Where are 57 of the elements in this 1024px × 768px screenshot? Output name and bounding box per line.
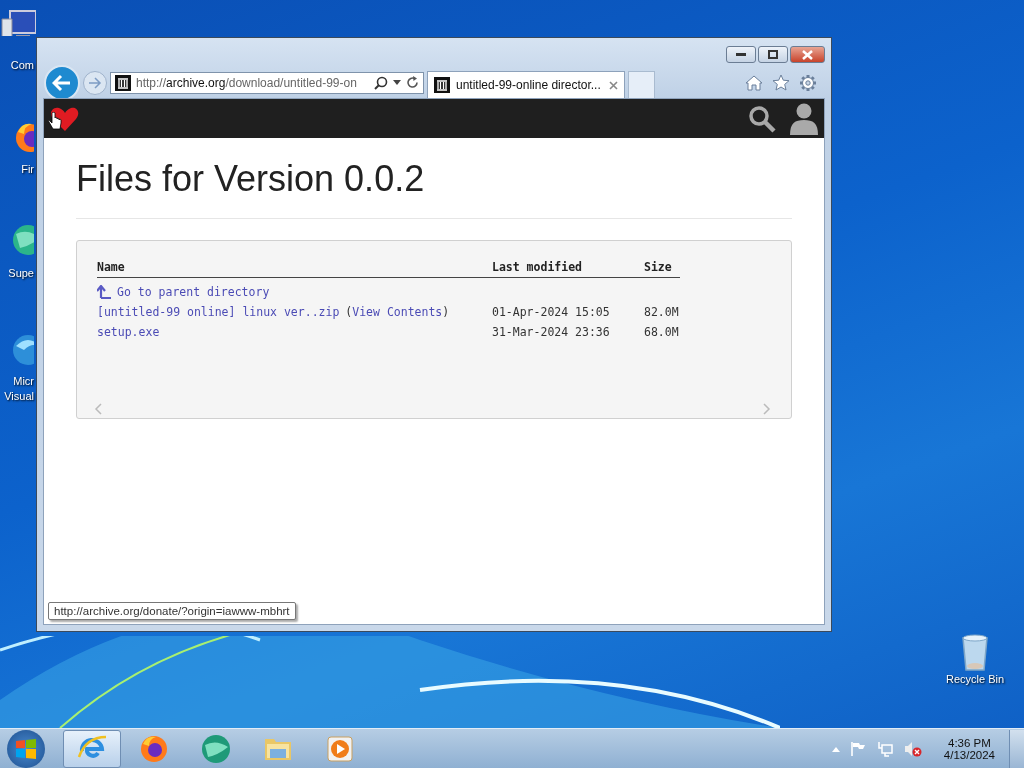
- column-header: Last modified: [492, 259, 644, 278]
- page-heading: Files for Version 0.0.2: [76, 158, 426, 200]
- close-button[interactable]: [790, 46, 825, 63]
- maximize-icon: [768, 50, 778, 59]
- icon-label: Com: [10, 58, 34, 73]
- settings-icon[interactable]: [799, 73, 817, 92]
- site-icon: [434, 77, 450, 93]
- muted-speaker-icon[interactable]: [903, 740, 922, 757]
- status-tooltip: http://archive.org/donate/?origin=iawww-mbhrt: [48, 602, 296, 620]
- globe-icon: [200, 732, 232, 765]
- star-icon[interactable]: [772, 74, 790, 91]
- parenthesis: ): [442, 305, 450, 319]
- view-contents-link[interactable]: View Contents: [352, 305, 443, 319]
- close-tab-icon[interactable]: [609, 80, 618, 90]
- clock[interactable]: 4:36 PM 4/13/2024: [939, 736, 999, 761]
- icon-label: Recycle Bin: [945, 672, 1005, 687]
- column-header: Name: [97, 259, 492, 278]
- file-size: 82.0M: [644, 305, 679, 319]
- address-bar[interactable]: http://archive.org/download/untitled-99-on: [110, 71, 424, 94]
- file-link[interactable]: setup.exe: [97, 325, 160, 339]
- maximize-button[interactable]: [758, 46, 788, 63]
- tab-title: untitled-99-online director...: [456, 78, 602, 92]
- taskbar-button[interactable]: [63, 729, 121, 768]
- show-desktop-button[interactable]: [1009, 729, 1024, 768]
- clock-date: 4/13/2024: [943, 748, 995, 761]
- user-icon[interactable]: [790, 102, 818, 135]
- back-arrow-icon: [52, 73, 72, 92]
- file-size: 68.0M: [644, 325, 679, 339]
- computer-icon[interactable]: [0, 9, 36, 36]
- parenthesis: (: [345, 305, 353, 319]
- icon-label: Fir: [21, 162, 34, 177]
- icon-label: Visual: [4, 389, 34, 404]
- start-button[interactable]: [7, 729, 45, 768]
- modified-date: 01-Apr-2024 15:05: [492, 305, 610, 319]
- column-header: Size: [644, 259, 680, 278]
- search-icon[interactable]: [374, 75, 388, 90]
- windows-logo-icon: [15, 737, 37, 760]
- site-icon: [115, 74, 131, 91]
- clock-time: 4:36 PM: [948, 736, 991, 749]
- home-icon[interactable]: [745, 74, 763, 91]
- modified-date: 31-Mar-2024 23:36: [492, 325, 610, 339]
- back-button[interactable]: [44, 64, 80, 101]
- icon-label: Supe: [8, 266, 34, 281]
- close-icon: [802, 49, 813, 60]
- hand-cursor-icon: [48, 111, 62, 132]
- search-icon[interactable]: [748, 104, 776, 133]
- icon-label: Micr: [13, 374, 34, 389]
- forward-arrow-icon: [88, 76, 102, 89]
- file-link[interactable]: [untitled-99 online] linux ver..zip: [97, 305, 340, 319]
- minimize-icon: [736, 52, 746, 57]
- url-text[interactable]: http://archive.org/download/untitled-99-on: [136, 75, 369, 90]
- dropdown-icon[interactable]: [393, 80, 401, 85]
- refresh-icon[interactable]: [406, 76, 419, 89]
- browser-tab[interactable]: untitled-99-online director...: [427, 71, 625, 98]
- up-arrow-icon[interactable]: [97, 285, 111, 299]
- minimize-button[interactable]: [726, 46, 756, 63]
- parent-directory-link[interactable]: Go to parent directory: [117, 285, 270, 299]
